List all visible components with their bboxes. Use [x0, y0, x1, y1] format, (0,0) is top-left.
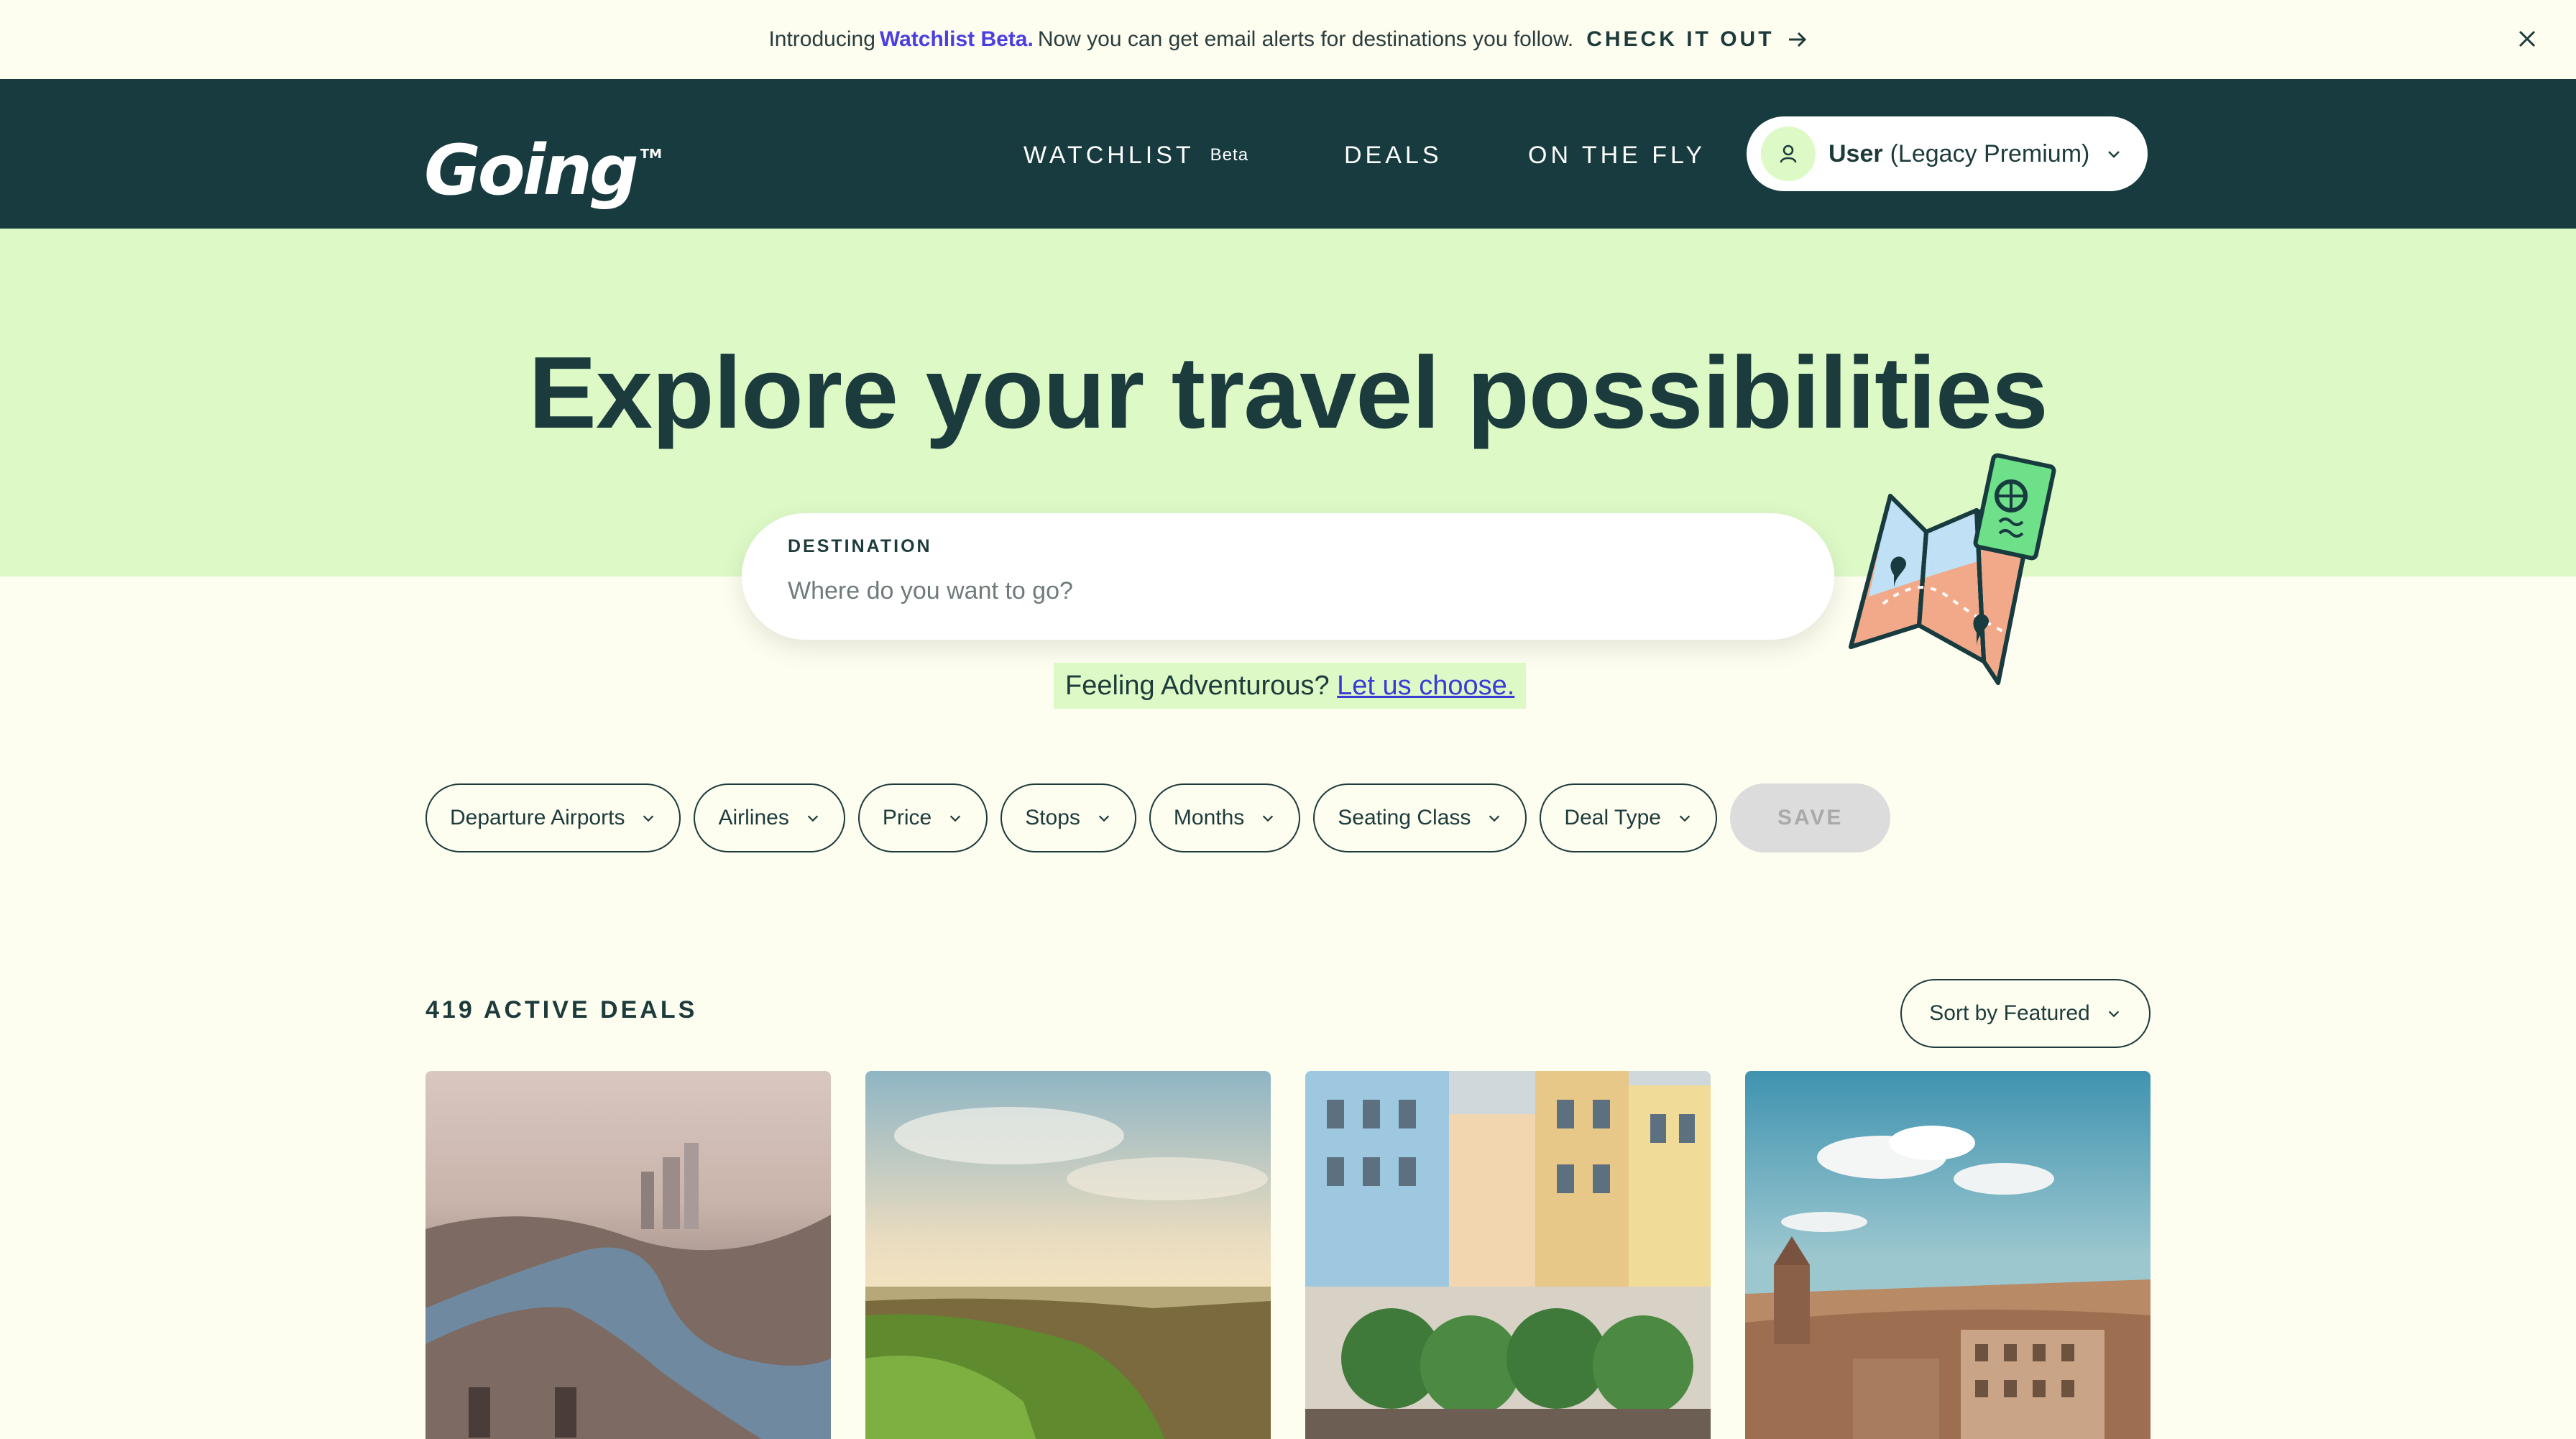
chevron-down-icon	[1263, 815, 1274, 822]
announcement-intro: Introducing	[768, 27, 875, 51]
close-icon[interactable]	[2511, 23, 2543, 55]
nav-item-label: ON THE FLY	[1528, 142, 1706, 169]
feeling-text: Feeling Adventurous?	[1065, 671, 1330, 701]
nav-item-label: DEALS	[1344, 142, 1443, 169]
main-nav: Going TM WATCHLIST Beta DEALS ON THE FLY U…	[0, 79, 2576, 229]
let-us-choose-link[interactable]: Let us choose.	[1337, 671, 1514, 701]
deal-image	[865, 1071, 1271, 1439]
deal-cards	[426, 1071, 2150, 1439]
filter-bar: Departure Airports Airlines Price Stops …	[426, 783, 1891, 852]
filter-airlines[interactable]: Airlines	[694, 783, 845, 852]
filter-label: Stops	[1025, 806, 1080, 829]
user-menu[interactable]: User (Legacy Premium)	[1747, 116, 2148, 191]
destination-label: DESTINATION	[788, 536, 932, 556]
user-name: User	[1828, 139, 1883, 167]
sort-label: Sort by Featured	[1929, 1001, 2090, 1025]
filter-months[interactable]: Months	[1149, 783, 1301, 852]
sort-dropdown[interactable]: Sort by Featured	[1900, 979, 2150, 1048]
user-plan: (Legacy Premium)	[1890, 139, 2090, 167]
nav-item-on-the-fly[interactable]: ON THE FLY	[1528, 135, 1706, 175]
filter-seating-class[interactable]: Seating Class	[1313, 783, 1527, 852]
save-button[interactable]: SAVE	[1729, 783, 1891, 852]
filter-stops[interactable]: Stops	[1000, 783, 1136, 852]
filter-label: Months	[1173, 806, 1245, 829]
deal-card[interactable]	[426, 1071, 831, 1439]
chevron-down-icon	[1489, 815, 1500, 822]
filter-label: Price	[882, 806, 932, 829]
deal-card[interactable]	[1305, 1071, 1711, 1439]
filter-label: Deal Type	[1564, 806, 1661, 829]
announcement-highlight[interactable]: Watchlist Beta.	[880, 27, 1034, 52]
chevron-down-icon	[643, 815, 654, 822]
page-title: Explore your travel possibilities	[528, 336, 2048, 450]
going-logo[interactable]: Going TM	[424, 115, 662, 210]
logo-text: Going	[424, 130, 639, 211]
announcement-bar: Introducing Watchlist Beta. Now you can …	[0, 0, 2576, 79]
logo-tm: TM	[640, 147, 662, 162]
deal-image	[426, 1071, 831, 1439]
map-passport-illustration	[1849, 453, 2056, 685]
check-it-out-label: CHECK IT OUT	[1586, 27, 1775, 51]
deal-image	[1745, 1071, 2150, 1439]
feeling-adventurous: Feeling Adventurous? Let us choose.	[1054, 663, 1527, 709]
announcement-text: Now you can get email alerts for destina…	[1037, 27, 1574, 51]
deal-card[interactable]	[1745, 1071, 2150, 1439]
chevron-down-icon	[949, 815, 961, 822]
check-it-out-link[interactable]: CHECK IT OUT	[1586, 27, 1807, 52]
deal-card[interactable]	[865, 1071, 1271, 1439]
user-icon	[1780, 144, 1797, 163]
user-avatar	[1761, 127, 1816, 181]
chevron-down-icon	[2108, 1011, 2119, 1018]
deal-image	[1305, 1071, 1711, 1439]
beta-badge: Beta	[1210, 145, 1249, 165]
destination-input[interactable]	[788, 569, 1780, 612]
chevron-down-icon	[2108, 151, 2120, 158]
chevron-down-icon	[1098, 815, 1110, 822]
filter-departure-airports[interactable]: Departure Airports	[426, 783, 681, 852]
active-deals-count: 419 ACTIVE DEALS	[426, 996, 698, 1024]
filter-price[interactable]: Price	[857, 783, 988, 852]
filter-label: Seating Class	[1338, 806, 1471, 829]
nav-item-deals[interactable]: DEALS	[1344, 135, 1443, 175]
chevron-down-icon	[1679, 815, 1690, 822]
filter-deal-type[interactable]: Deal Type	[1540, 783, 1717, 852]
chevron-down-icon	[807, 815, 819, 822]
nav-item-watchlist[interactable]: WATCHLIST Beta	[1024, 135, 1248, 175]
nav-item-label: WATCHLIST	[1024, 142, 1195, 169]
arrow-right-icon	[1788, 32, 1806, 47]
filter-label: Airlines	[718, 806, 789, 829]
destination-search[interactable]: DESTINATION	[742, 513, 1834, 640]
filter-label: Departure Airports	[450, 806, 625, 829]
